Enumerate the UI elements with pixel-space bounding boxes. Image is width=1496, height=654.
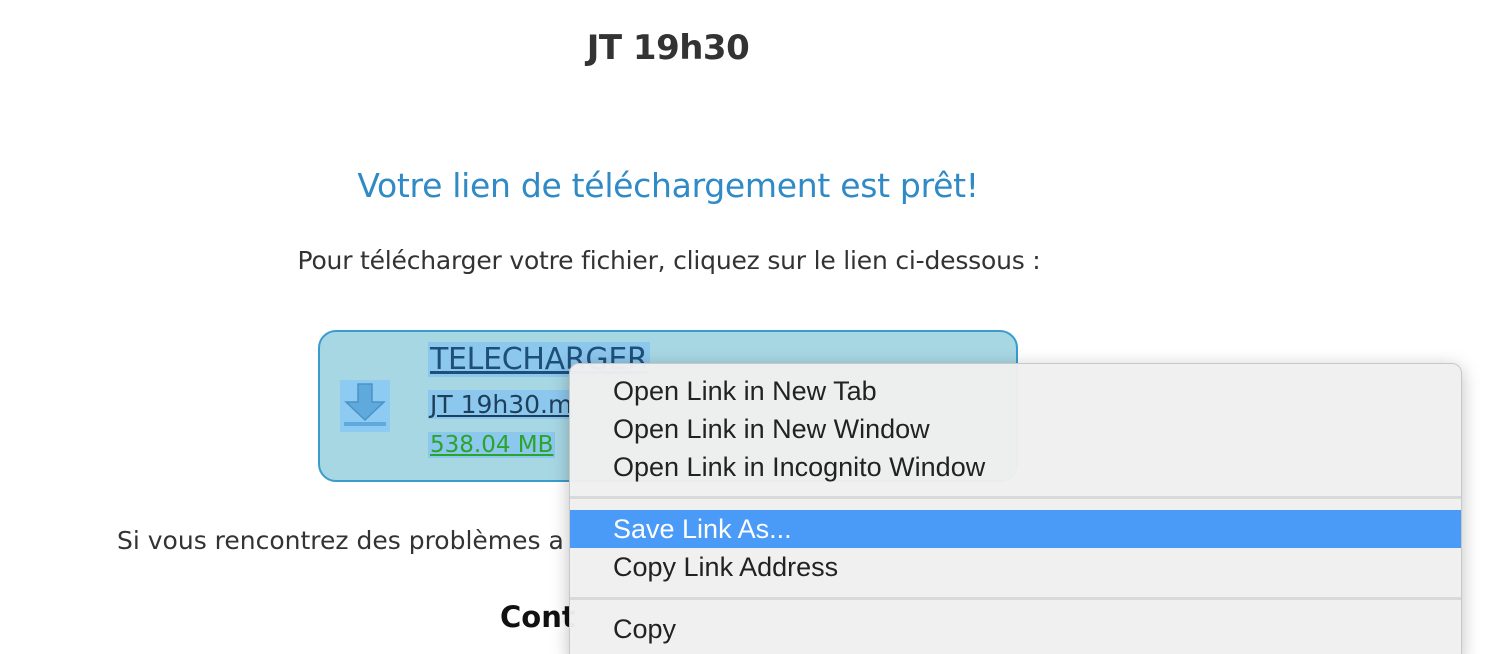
menu-copy[interactable]: Copy bbox=[570, 610, 1461, 648]
context-menu: Open Link in New Tab Open Link in New Wi… bbox=[569, 363, 1462, 654]
file-title: JT 19h30 bbox=[586, 28, 750, 68]
menu-open-new-tab[interactable]: Open Link in New Tab bbox=[570, 372, 1461, 410]
menu-open-new-window[interactable]: Open Link in New Window bbox=[570, 410, 1461, 448]
file-name-link[interactable]: JT 19h30.m bbox=[428, 390, 575, 419]
menu-open-incognito[interactable]: Open Link in Incognito Window bbox=[570, 448, 1461, 486]
contact-heading: Cont bbox=[500, 600, 576, 634]
file-size-link[interactable]: 538.04 MB bbox=[428, 432, 556, 458]
menu-separator bbox=[570, 597, 1461, 600]
problems-text: Si vous rencontrez des problèmes a bbox=[117, 526, 564, 555]
download-arrow-icon[interactable] bbox=[340, 380, 390, 432]
instructions-text: Pour télécharger votre fichier, cliquez … bbox=[297, 246, 1041, 275]
menu-separator bbox=[570, 496, 1461, 499]
menu-copy-link-address[interactable]: Copy Link Address bbox=[570, 548, 1461, 586]
ready-heading: Votre lien de téléchargement est prêt! bbox=[357, 166, 979, 205]
download-page: JT 19h30 Votre lien de téléchargement es… bbox=[0, 0, 1496, 654]
menu-save-link-as[interactable]: Save Link As... bbox=[570, 510, 1461, 548]
